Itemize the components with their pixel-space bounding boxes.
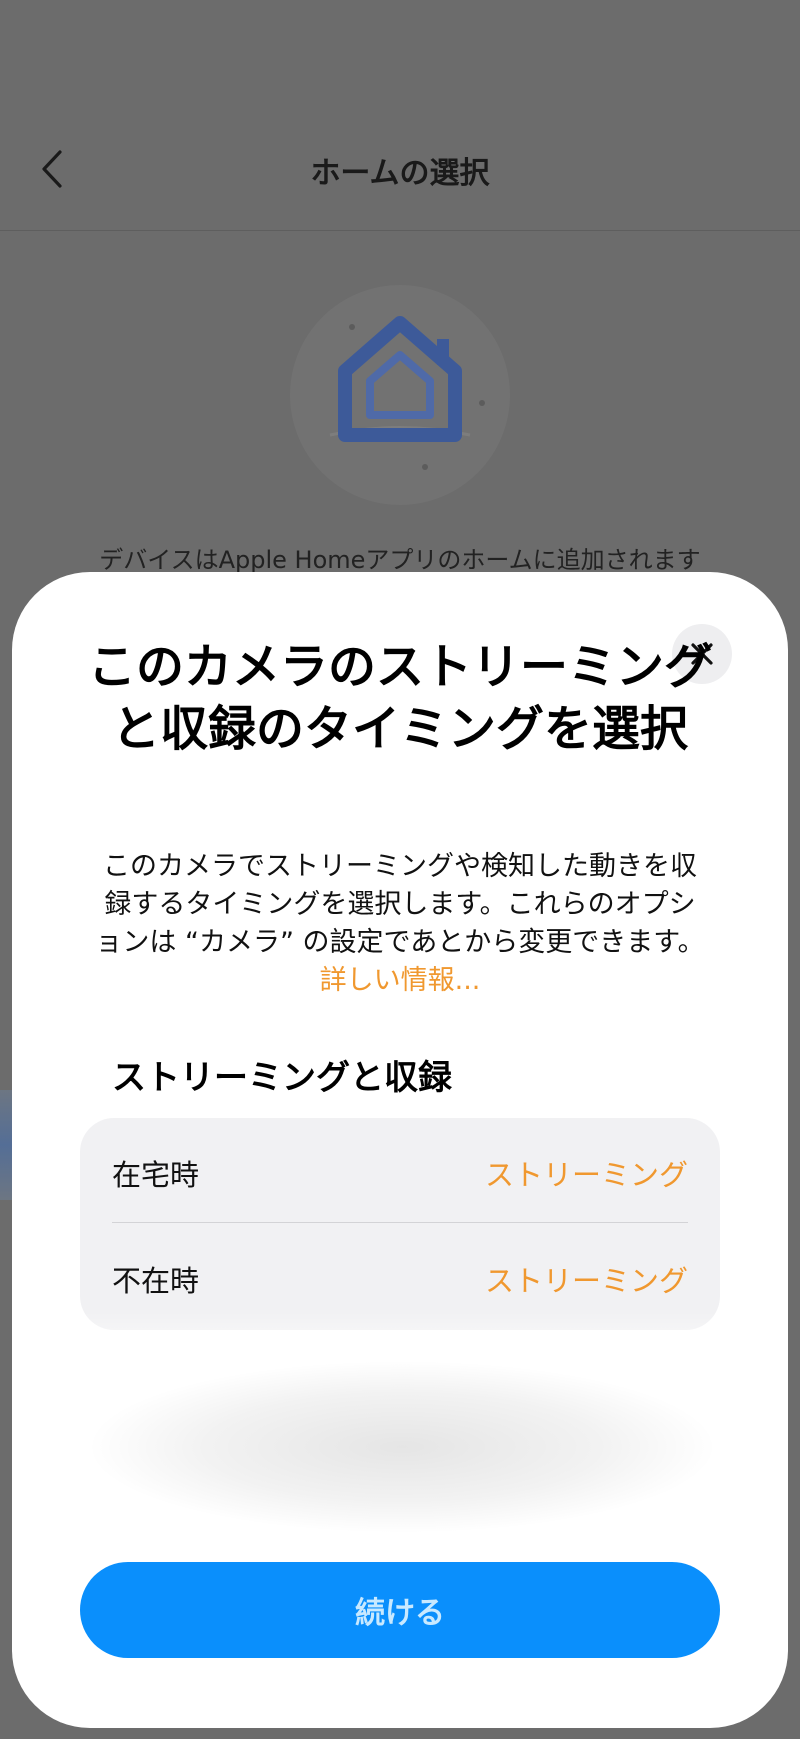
learn-more-link[interactable]: 詳しい情報...: [320, 965, 481, 996]
modal-sheet: このカメラのストリーミングと収録のタイミングを選択 このカメラでストリーミングや…: [12, 572, 788, 1728]
home-illustration: [290, 285, 510, 505]
section-heading: ストリーミングと収録: [112, 1058, 452, 1098]
background-description: デバイスはApple Homeアプリのホームに追加されます: [99, 546, 701, 574]
settings-row-home[interactable]: 在宅時 ストリーミング: [80, 1118, 720, 1222]
navigation-bar: ホームの選択: [0, 110, 800, 231]
sheet-description: このカメラでストリーミングや検知した動きを収録するタイミングを選択します。これら…: [92, 848, 708, 1000]
settings-group: 在宅時 ストリーミング 不在時 ストリーミング: [80, 1118, 720, 1330]
row-label: 在宅時: [112, 1158, 200, 1192]
description-text: このカメラでストリーミングや検知した動きを収録するタイミングを選択します。これら…: [95, 851, 705, 958]
row-label: 不在時: [112, 1264, 200, 1298]
continue-button[interactable]: 続ける: [80, 1562, 720, 1658]
blur-shadow: [92, 1362, 712, 1532]
page-title: ホームの選択: [310, 156, 490, 191]
home-icon: [329, 316, 485, 470]
row-divider: [112, 1222, 688, 1223]
sheet-title: このカメラのストリーミングと収録のタイミングを選択: [87, 639, 712, 757]
row-value: ストリーミング: [484, 1158, 688, 1192]
row-value: ストリーミング: [484, 1264, 688, 1298]
